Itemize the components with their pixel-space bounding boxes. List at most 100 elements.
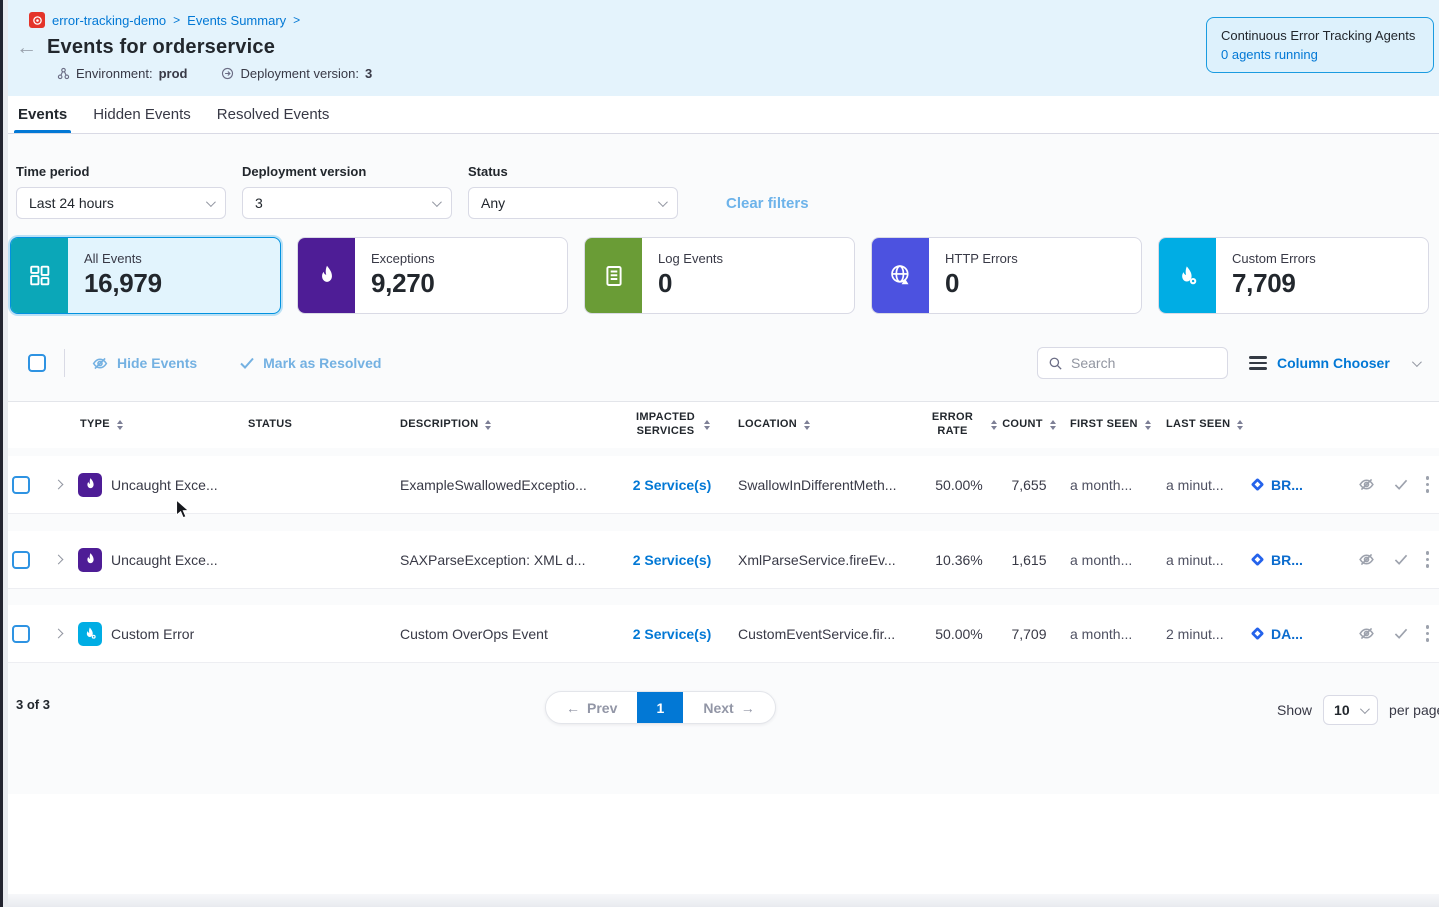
breadcrumb-events-summary[interactable]: Events Summary: [187, 13, 286, 28]
card-log-events[interactable]: Log Events 0: [584, 237, 855, 314]
window-edge-gutter: [3, 0, 8, 907]
mark-resolved-button[interactable]: Mark as Resolved: [239, 355, 381, 371]
sort-icon[interactable]: [704, 420, 710, 430]
sort-icon[interactable]: [485, 420, 491, 430]
prev-page-button[interactable]: ← Prev: [546, 692, 637, 723]
check-icon: [1393, 553, 1409, 566]
table-row: Uncaught Exce... ExampleSwallowedExcepti…: [0, 456, 1439, 514]
page-1-button[interactable]: 1: [637, 692, 683, 723]
clear-filters-button[interactable]: Clear filters: [726, 195, 809, 212]
tab-events[interactable]: Events: [18, 96, 67, 133]
time-period-select[interactable]: Last 24 hours: [16, 187, 226, 219]
breadcrumb-project[interactable]: error-tracking-demo: [52, 13, 166, 28]
search-icon: [1048, 356, 1063, 371]
window-bottom-edge: [0, 894, 1439, 907]
hide-event-icon[interactable]: [1357, 551, 1376, 568]
card-exceptions[interactable]: Exceptions 9,270: [297, 237, 568, 314]
card-value: 7,709: [1232, 268, 1316, 299]
col-error-rate: ERROR RATE: [922, 411, 984, 439]
sort-icon[interactable]: [1145, 420, 1151, 430]
row-checkbox[interactable]: [12, 551, 30, 569]
hide-events-button[interactable]: Hide Events: [91, 355, 197, 372]
page-title: Events for orderservice: [47, 36, 275, 59]
per-page-label: per page: [1389, 702, 1439, 718]
deployment-meta: Deployment version: 3: [221, 66, 372, 81]
sort-icon[interactable]: [804, 420, 810, 430]
card-all-events[interactable]: All Events 16,979: [10, 237, 281, 314]
hide-event-icon[interactable]: [1357, 476, 1376, 493]
error-tracking-app-icon: [29, 12, 45, 28]
event-type: Custom Error: [111, 626, 194, 642]
col-type: TYPE: [80, 418, 110, 432]
event-description: ExampleSwallowedExceptio...: [392, 477, 614, 493]
page-size-select[interactable]: 10: [1323, 695, 1378, 725]
status-select[interactable]: Any: [468, 187, 678, 219]
event-location: CustomEventService.fir...: [730, 626, 920, 642]
eye-slash-icon: [1357, 551, 1376, 568]
deployment-version-select[interactable]: 3: [242, 187, 452, 219]
card-value: 0: [945, 268, 1018, 299]
column-chooser-button[interactable]: Column Chooser: [1249, 355, 1419, 371]
mark-resolved-label: Mark as Resolved: [263, 355, 381, 371]
event-location: XmlParseService.fireEv...: [730, 552, 920, 568]
row-checkbox[interactable]: [12, 476, 30, 494]
row-expander[interactable]: [44, 630, 72, 637]
card-label: All Events: [84, 251, 162, 266]
status-filter-label: Status: [468, 164, 678, 179]
agents-running-link[interactable]: 0 agents running: [1221, 47, 1419, 62]
ticket-id: DA...: [1271, 626, 1303, 642]
flame-gear-icon: [1176, 264, 1200, 288]
agents-card-title: Continuous Error Tracking Agents: [1221, 28, 1419, 43]
col-location: LOCATION: [738, 418, 797, 432]
chevron-down-icon: [658, 197, 668, 207]
table-row: Custom Error Custom OverOps Event 2 Serv…: [0, 605, 1439, 663]
tab-resolved-events[interactable]: Resolved Events: [217, 96, 330, 133]
sort-icon[interactable]: [117, 420, 123, 430]
row-expander[interactable]: [44, 556, 72, 563]
event-description: Custom OverOps Event: [392, 626, 614, 642]
check-icon: [239, 356, 255, 370]
resolve-event-icon[interactable]: [1393, 627, 1409, 640]
deployment-label: Deployment version:: [240, 66, 359, 81]
sort-icon[interactable]: [1237, 420, 1243, 430]
events-tab-bar: Events Hidden Events Resolved Events: [0, 96, 1439, 134]
chevron-right-icon: [53, 555, 63, 565]
row-expander[interactable]: [44, 481, 72, 488]
pagination: ← Prev 1 Next →: [545, 691, 776, 724]
impacted-services-link[interactable]: 2 Service(s): [633, 626, 712, 642]
resolve-event-icon[interactable]: [1393, 553, 1409, 566]
row-menu-icon[interactable]: [1426, 476, 1429, 492]
ticket-link[interactable]: BR...: [1246, 477, 1326, 493]
resolve-event-icon[interactable]: [1393, 478, 1409, 491]
row-menu-icon[interactable]: [1426, 625, 1429, 641]
select-all-checkbox[interactable]: [28, 354, 46, 372]
grid-icon: [27, 263, 52, 288]
column-chooser-label: Column Chooser: [1277, 355, 1390, 371]
impacted-services-link[interactable]: 2 Service(s): [633, 552, 712, 568]
hide-event-icon[interactable]: [1357, 625, 1376, 642]
table-row: Uncaught Exce... SAXParseException: XML …: [0, 531, 1439, 589]
row-checkbox[interactable]: [12, 625, 30, 643]
time-period-label: Time period: [16, 164, 226, 179]
card-custom-errors[interactable]: Custom Errors 7,709: [1158, 237, 1429, 314]
card-value: 9,270: [371, 268, 435, 299]
tab-hidden-events[interactable]: Hidden Events: [93, 96, 191, 133]
sort-icon[interactable]: [991, 420, 997, 430]
card-http-errors[interactable]: HTTP Errors 0: [871, 237, 1142, 314]
hide-events-label: Hide Events: [117, 355, 197, 371]
environment-meta: Environment: prod: [57, 66, 187, 81]
event-type: Uncaught Exce...: [111, 477, 218, 493]
environment-icon: [57, 67, 70, 80]
row-menu-icon[interactable]: [1426, 551, 1429, 567]
sort-icon[interactable]: [1050, 420, 1056, 430]
status-filter-value: Any: [481, 195, 505, 211]
ticket-link[interactable]: DA...: [1246, 626, 1326, 642]
card-label: HTTP Errors: [945, 251, 1018, 266]
ticket-link[interactable]: BR...: [1246, 552, 1326, 568]
eye-slash-icon: [91, 355, 109, 372]
back-arrow-icon[interactable]: ←: [16, 37, 37, 58]
next-page-button[interactable]: Next →: [683, 692, 774, 723]
search-input[interactable]: [1071, 355, 1201, 371]
time-period-value: Last 24 hours: [29, 195, 114, 211]
impacted-services-link[interactable]: 2 Service(s): [633, 477, 712, 493]
